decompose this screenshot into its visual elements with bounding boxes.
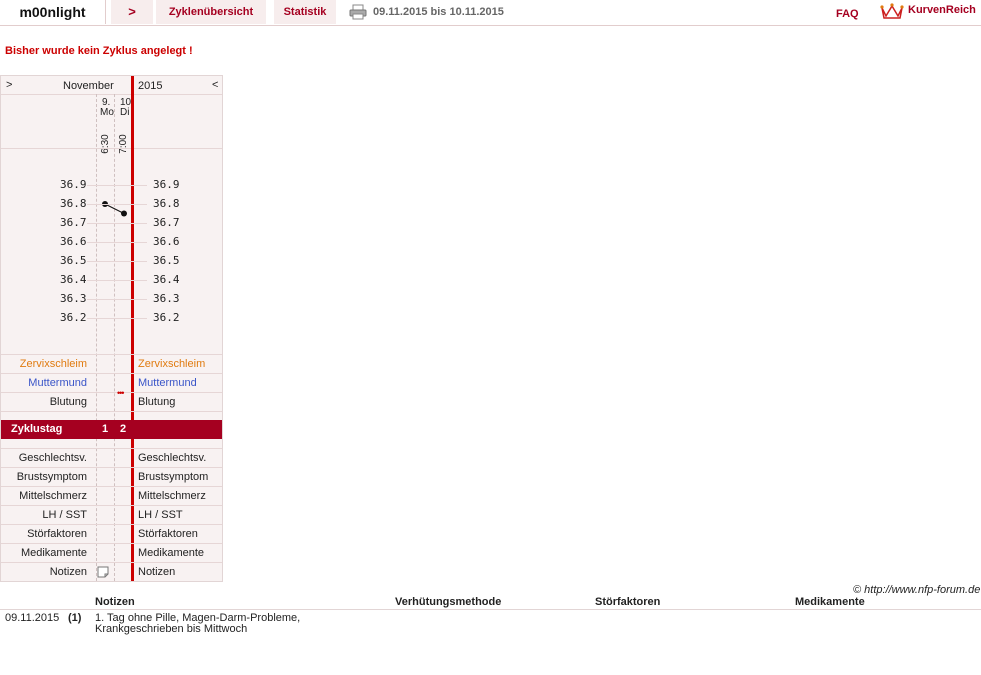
temp-point[interactable]: [121, 210, 127, 217]
temp-tick-right: 36.7: [153, 216, 180, 229]
row-label-cervix-right: Zervixschleim: [138, 358, 206, 370]
row-label-left: Mittelschmerz: [19, 490, 87, 502]
row-label-right: Notizen: [138, 566, 176, 578]
temp-gridline: [87, 318, 147, 319]
tab-statistics[interactable]: Statistik: [274, 0, 336, 24]
cycle-day-number: 1: [102, 423, 109, 435]
row-divider: [1, 543, 222, 544]
temp-gridline: [87, 280, 147, 281]
cycle-chart: > November 2015 < 9. Mo 10. Di 6:30 7:00…: [0, 75, 223, 582]
note-date: 09.11.2015: [5, 612, 60, 624]
row-divider: [1, 467, 222, 468]
row-label-right: Geschlechtsv.: [138, 452, 207, 464]
note-number: (1): [68, 612, 82, 624]
temperature-curve: [102, 201, 127, 217]
date-range: 09.11.2015 bis 10.11.2015: [373, 6, 504, 18]
copyright: © http://www.nfp-forum.de: [853, 584, 981, 596]
temp-tick-right: 36.8: [153, 197, 180, 210]
notes-header-notes: Notizen: [95, 596, 135, 608]
row-label-cervix: Zervixschleim: [19, 358, 87, 370]
status-message: Bisher wurde kein Zyklus angelegt !: [5, 45, 193, 57]
top-bar: m00nlight > Zyklenübersicht Statistik 09…: [0, 0, 981, 26]
temp-tick-left: 36.6: [60, 235, 87, 248]
row-label-right: Störfaktoren: [138, 528, 198, 540]
temp-tick-left: 36.4: [60, 273, 87, 286]
row-label-left: LH / SST: [42, 509, 87, 521]
row-label-bleeding-right: Blutung: [138, 396, 176, 408]
row-divider: [1, 505, 222, 506]
tab-cycle-overview[interactable]: Zyklenübersicht: [156, 0, 266, 24]
temp-tick-right: 36.6: [153, 235, 180, 248]
row-divider: [1, 448, 222, 449]
temp-gridline: [87, 261, 147, 262]
row-label-right: Brustsymptom: [138, 471, 209, 483]
temp-gridline: [87, 185, 147, 186]
row-label-right: LH / SST: [138, 509, 183, 521]
notes-header-disturbances: Störfaktoren: [595, 596, 661, 608]
row-label-mumu-right: Muttermund: [138, 377, 197, 389]
notes-header-medication: Medikamente: [795, 596, 865, 608]
row-label-left: Brustsymptom: [16, 471, 87, 483]
logo-text: KurvenReich: [908, 4, 976, 16]
temp-gridline: [87, 204, 147, 205]
temp-tick-right: 36.2: [153, 311, 180, 324]
notes-header-contraception: Verhütungsmethode: [395, 596, 502, 608]
temp-tick-left: 36.9: [60, 178, 87, 191]
temp-tick-left: 36.8: [60, 197, 87, 210]
temp-tick-left: 36.3: [60, 292, 87, 305]
temp-tick-right: 36.9: [153, 178, 180, 191]
temp-tick-left: 36.2: [60, 311, 87, 324]
row-label-bleeding: Blutung: [49, 396, 87, 408]
temp-tick-left: 36.5: [60, 254, 87, 267]
faq-link[interactable]: FAQ: [836, 2, 859, 26]
nav-arrow-button[interactable]: >: [111, 0, 153, 24]
temp-gridline: [87, 299, 147, 300]
temp-tick-right: 36.3: [153, 292, 180, 305]
row-divider: [1, 524, 222, 525]
row-label-mumu: Muttermund: [28, 377, 87, 389]
cycle-day-number: 2: [120, 423, 127, 435]
row-label-left: Notizen: [49, 566, 87, 578]
username: m00nlight: [0, 0, 106, 24]
row-label-left: Medikamente: [20, 547, 87, 559]
temp-curve-line: [104, 203, 125, 214]
temp-gridline: [87, 223, 147, 224]
row-divider: [1, 562, 222, 563]
bleeding-mark: •••: [117, 388, 125, 398]
crown-logo-icon: [880, 3, 904, 19]
temp-tick-right: 36.5: [153, 254, 180, 267]
temp-gridline: [87, 242, 147, 243]
row-label-right: Mittelschmerz: [138, 490, 206, 502]
temp-tick-right: 36.4: [153, 273, 180, 286]
note-icon[interactable]: [97, 566, 109, 578]
printer-icon[interactable]: [349, 4, 367, 20]
row-label-left: Geschlechtsv.: [18, 452, 87, 464]
row-divider: [1, 486, 222, 487]
note-text-line2: Krankgeschrieben bis Mittwoch: [95, 623, 248, 635]
temp-tick-left: 36.7: [60, 216, 87, 229]
row-label-right: Medikamente: [138, 547, 205, 559]
row-label-left: Störfaktoren: [27, 528, 87, 540]
cycle-day-bar: Zyklustag 1 2: [1, 420, 222, 439]
notes-divider: [0, 609, 981, 610]
cycle-day-label: Zyklustag: [11, 423, 63, 435]
